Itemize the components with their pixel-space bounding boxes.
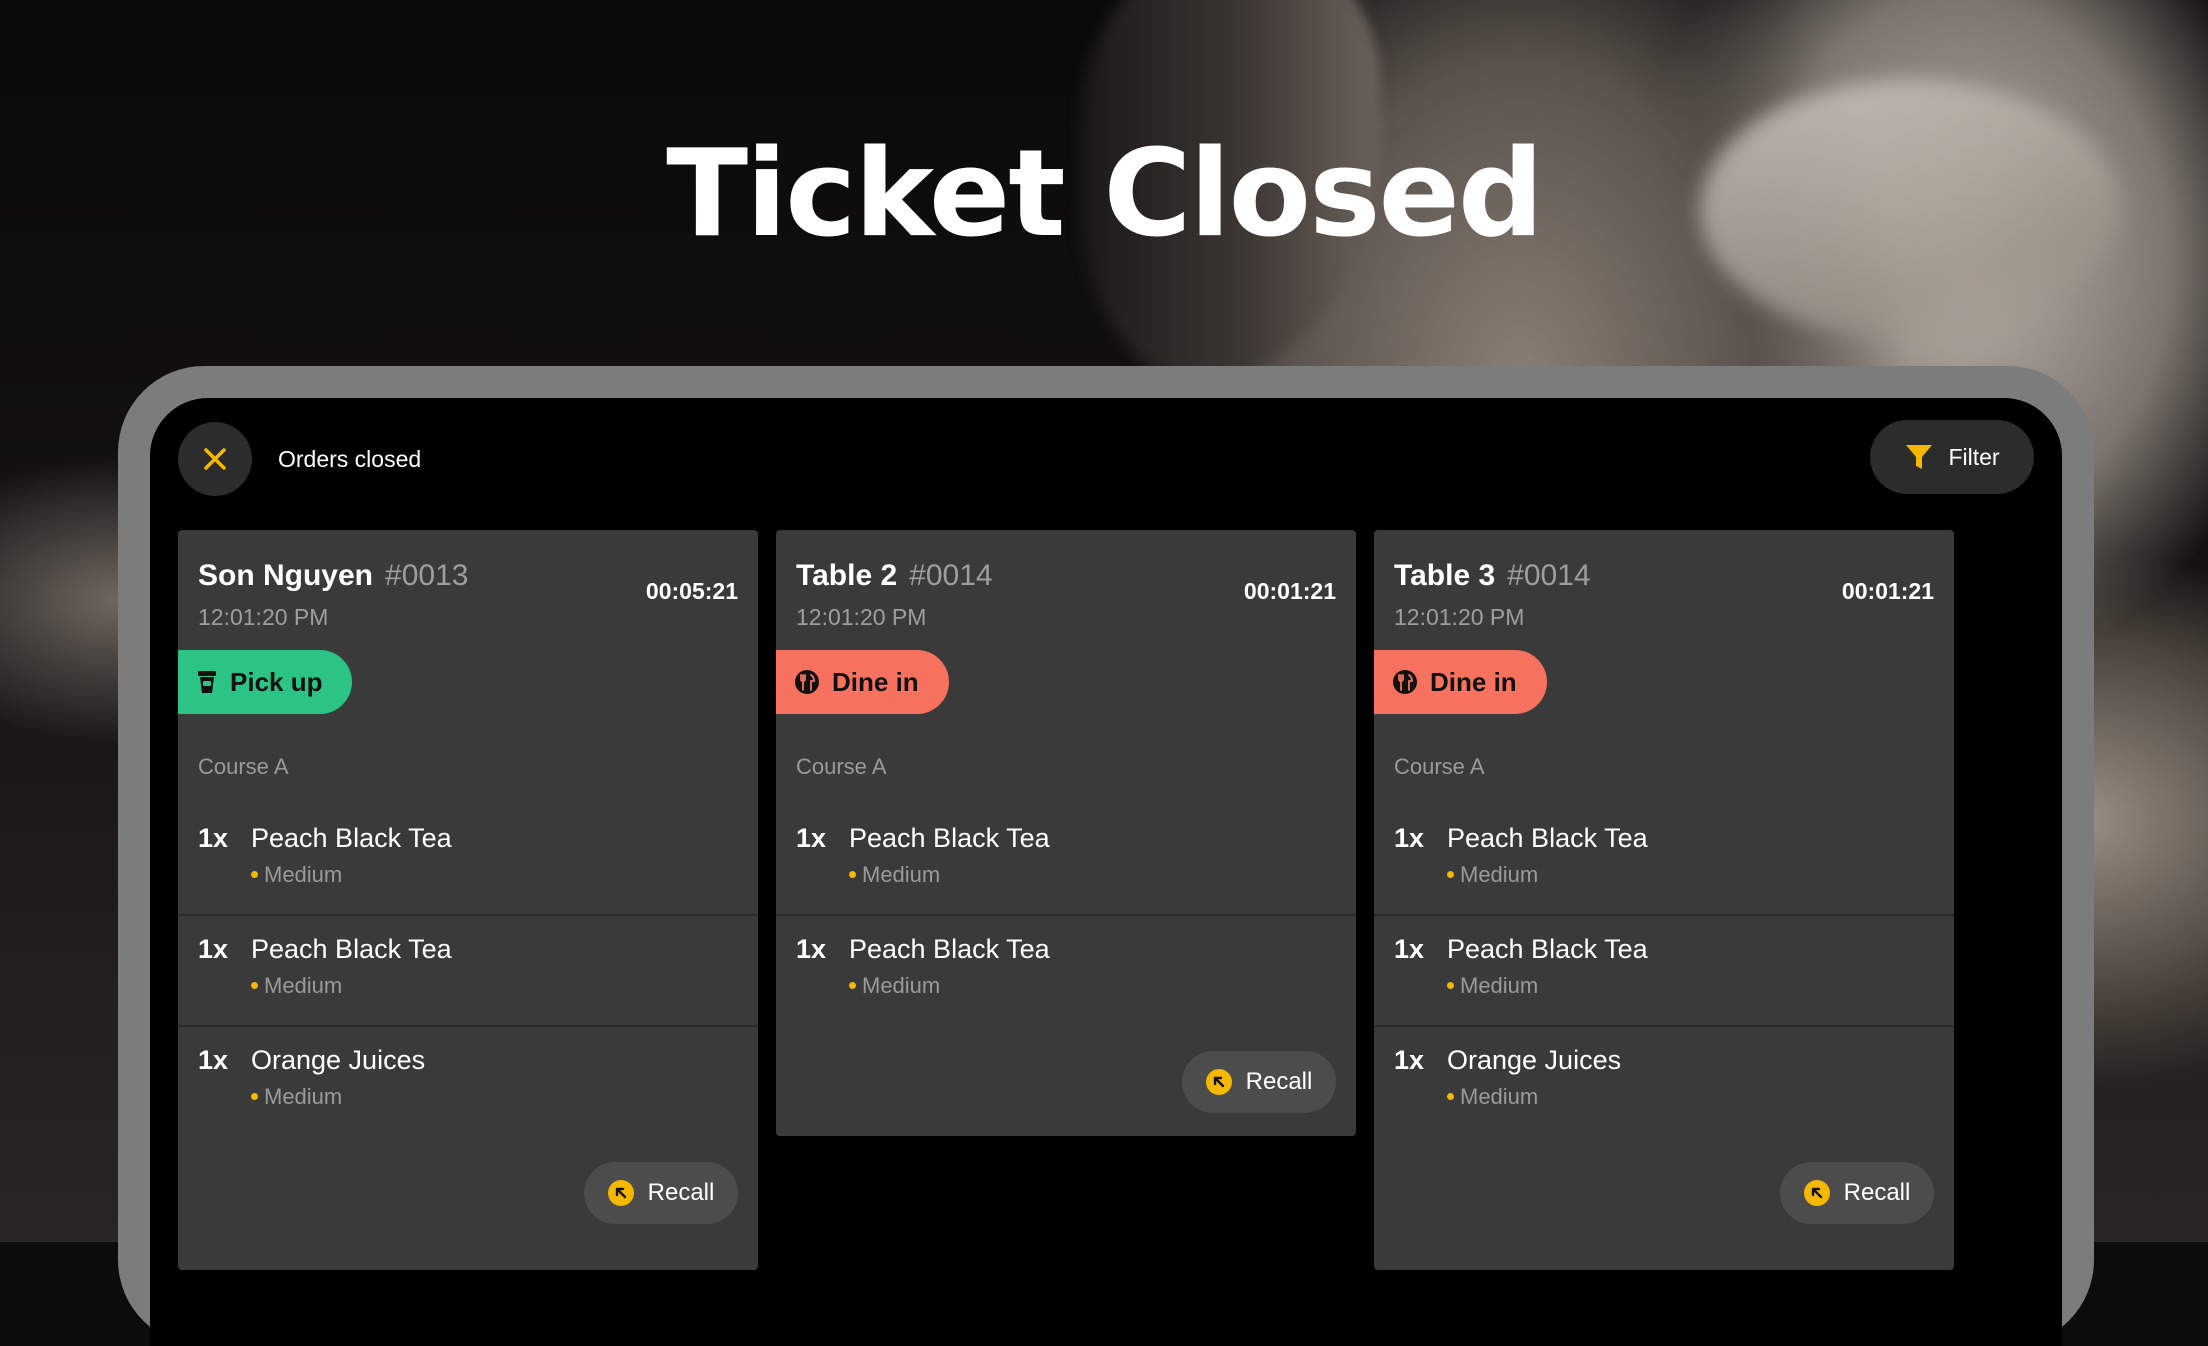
tablet-frame: Orders closed Filter Son Nguyen #0013 12:… xyxy=(118,366,2094,1346)
recall-button[interactable]: Recall xyxy=(1182,1051,1336,1113)
bullet-dot-icon xyxy=(849,981,856,989)
dine-in-icon xyxy=(1393,670,1417,694)
order-type-label: Pick up xyxy=(230,666,323,697)
item-modifier: Medium xyxy=(251,1082,342,1112)
list-item: 1x Peach Black Tea Medium xyxy=(178,804,758,916)
item-modifier: Medium xyxy=(849,971,940,1001)
bullet-dot-icon xyxy=(1447,1092,1454,1100)
filter-label: Filter xyxy=(1948,443,2000,470)
elapsed-timer: 00:05:21 xyxy=(645,578,738,604)
hero-title: Ticket Closed xyxy=(666,125,1544,264)
elapsed-timer: 00:01:21 xyxy=(1243,578,1336,604)
list-item: 1x Peach Black Tea Medium xyxy=(1374,915,1954,1027)
order-type-label: Dine in xyxy=(1430,666,1517,697)
page-title: Orders closed xyxy=(278,446,422,472)
item-name: Peach Black Tea xyxy=(251,934,452,964)
order-time: 12:01:20 PM xyxy=(1394,604,1525,630)
bullet-dot-icon xyxy=(251,981,258,989)
recall-label: Recall xyxy=(1245,1068,1313,1095)
order-type-label: Dine in xyxy=(832,666,919,697)
order-number: #0013 xyxy=(385,559,469,592)
dine-in-icon xyxy=(795,670,819,694)
item-quantity: 1x xyxy=(796,934,827,964)
recall-arrow-icon xyxy=(1205,1069,1232,1095)
item-name: Orange Juices xyxy=(1447,1045,1622,1075)
item-name: Peach Black Tea xyxy=(1447,823,1648,853)
bullet-dot-icon xyxy=(849,870,856,878)
bullet-dot-icon xyxy=(1447,870,1454,878)
item-quantity: 1x xyxy=(198,823,229,853)
list-item: 1x Peach Black Tea Medium xyxy=(776,915,1356,1025)
filter-button[interactable]: Filter xyxy=(1870,420,2034,494)
item-name: Peach Black Tea xyxy=(251,823,452,853)
item-modifier: Medium xyxy=(1447,971,1538,1001)
item-quantity: 1x xyxy=(1394,823,1425,853)
order-card[interactable]: Son Nguyen #0013 12:01:20 PM 00:05:21 Pic… xyxy=(178,530,758,1270)
list-item: 1x Peach Black Tea Medium xyxy=(776,804,1356,916)
item-name: Peach Black Tea xyxy=(849,823,1050,853)
item-quantity: 1x xyxy=(796,823,827,853)
recall-button[interactable]: Recall xyxy=(1780,1162,1934,1224)
order-time: 12:01:20 PM xyxy=(796,604,927,630)
list-item: 1x Peach Black Tea Medium xyxy=(1374,804,1954,916)
course-label: Course A xyxy=(1394,754,1485,779)
bullet-dot-icon xyxy=(1447,981,1454,989)
order-name: Table 3 #0014 xyxy=(1394,559,1591,592)
order-card[interactable]: Table 2 #0014 12:01:20 PM 00:01:21 Dine i… xyxy=(776,530,1356,1136)
funnel-icon xyxy=(1906,445,1933,469)
bullet-dot-icon xyxy=(251,1092,258,1100)
course-label: Course A xyxy=(198,754,289,779)
list-item: 1x Orange Juices Medium xyxy=(178,1026,758,1136)
item-modifier: Medium xyxy=(1447,1082,1538,1112)
order-card[interactable]: Table 3 #0014 12:01:20 PM 00:01:21 Dine i… xyxy=(1374,530,1954,1270)
bullet-dot-icon xyxy=(251,870,258,878)
item-modifier: Medium xyxy=(849,860,940,890)
close-icon xyxy=(204,448,226,470)
item-quantity: 1x xyxy=(1394,934,1425,964)
order-type-badge: Dine in xyxy=(1374,650,1547,714)
recall-button[interactable]: Recall xyxy=(584,1162,738,1224)
recall-arrow-icon xyxy=(1803,1180,1830,1206)
item-quantity: 1x xyxy=(198,1045,229,1075)
course-label: Course A xyxy=(796,754,887,779)
close-button[interactable] xyxy=(178,422,252,496)
recall-label: Recall xyxy=(1843,1179,1911,1206)
item-modifier: Medium xyxy=(1447,860,1538,890)
order-type-badge: Dine in xyxy=(776,650,949,714)
order-number: #0014 xyxy=(909,559,993,592)
item-name: Peach Black Tea xyxy=(1447,934,1648,964)
item-name: Peach Black Tea xyxy=(849,934,1050,964)
item-modifier: Medium xyxy=(251,971,342,1001)
cup-icon xyxy=(198,671,216,693)
recall-label: Recall xyxy=(647,1179,715,1206)
order-name: Son Nguyen #0013 xyxy=(198,559,469,592)
item-quantity: 1x xyxy=(1394,1045,1425,1075)
list-item: 1x Peach Black Tea Medium xyxy=(178,915,758,1027)
order-number: #0014 xyxy=(1507,559,1591,592)
tablet-screen: Orders closed Filter Son Nguyen #0013 12:… xyxy=(150,398,2062,1346)
elapsed-timer: 00:01:21 xyxy=(1841,578,1934,604)
order-time: 12:01:20 PM xyxy=(198,604,329,630)
item-name: Orange Juices xyxy=(251,1045,426,1075)
recall-arrow-icon xyxy=(607,1180,634,1206)
list-item: 1x Orange Juices Medium xyxy=(1374,1026,1954,1136)
order-type-badge: Pick up xyxy=(178,650,353,714)
item-quantity: 1x xyxy=(198,934,229,964)
order-name: Table 2 #0014 xyxy=(796,559,993,592)
item-modifier: Medium xyxy=(251,860,342,890)
